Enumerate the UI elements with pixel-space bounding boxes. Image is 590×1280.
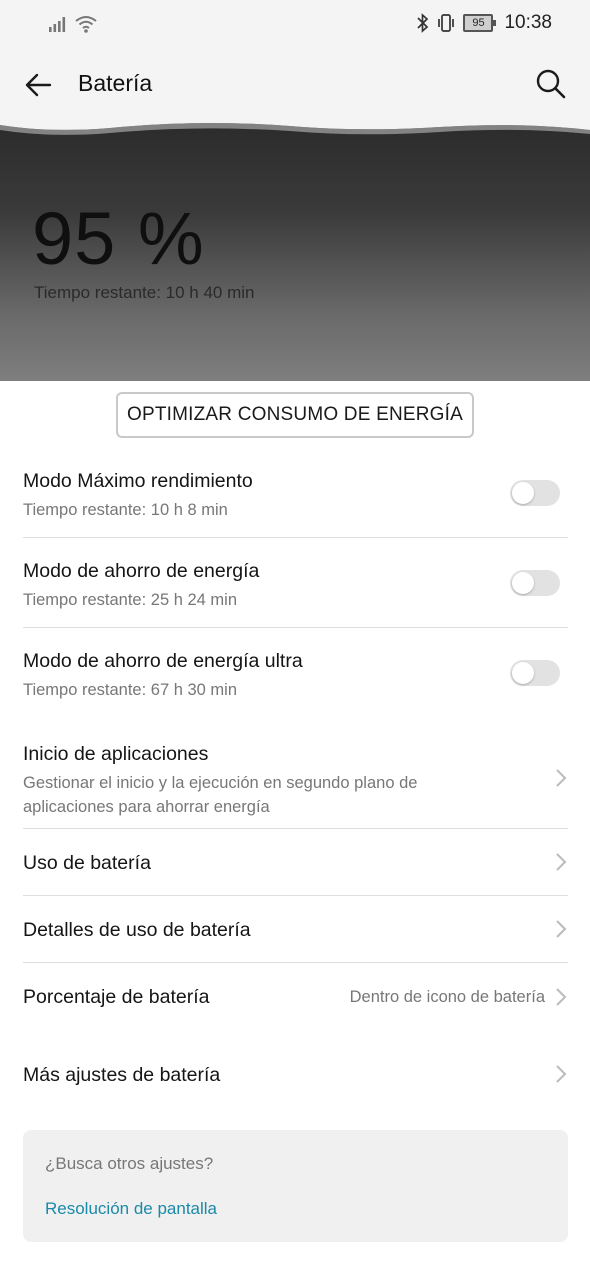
bluetooth-icon <box>417 13 429 33</box>
app-launch-row[interactable]: Inicio de aplicaciones Gestionar el inic… <box>0 733 590 828</box>
battery-icon: 95 <box>463 14 497 32</box>
row-title: Modo de ahorro de energía <box>23 560 260 582</box>
row-title: Modo Máximo rendimiento <box>23 470 253 492</box>
mode-ultra-saving-row[interactable]: Modo de ahorro de energía ultra Tiempo r… <box>0 640 590 718</box>
back-arrow-icon <box>25 73 52 97</box>
power-saving-toggle[interactable] <box>510 570 560 596</box>
back-button[interactable] <box>22 68 56 102</box>
row-subtitle: Gestionar el inicio y la ejecución en se… <box>23 774 418 816</box>
signal-icon <box>49 17 66 32</box>
search-button[interactable] <box>534 67 568 101</box>
battery-percent: 95 % <box>32 197 205 280</box>
chevron-right-icon <box>556 920 567 938</box>
remaining-time: Tiempo restante: 10 h 40 min <box>34 283 255 302</box>
status-time: 10:38 <box>504 12 552 33</box>
optimize-button[interactable]: OPTIMIZAR CONSUMO DE ENERGÍA <box>116 392 474 438</box>
row-title: Modo de ahorro de energía ultra <box>23 650 303 672</box>
chevron-right-icon <box>556 1065 567 1083</box>
status-bar: 95 10:38 <box>0 0 590 50</box>
vibrate-icon <box>438 14 455 32</box>
screen-resolution-link[interactable]: Resolución de pantalla <box>45 1199 217 1219</box>
divider <box>23 895 568 896</box>
row-subtitle: Tiempo restante: 25 h 24 min <box>23 591 238 609</box>
row-title: Porcentaje de batería <box>23 986 210 1008</box>
row-title: Detalles de uso de batería <box>23 919 251 941</box>
chevron-right-icon <box>556 769 567 787</box>
battery-usage-row[interactable]: Uso de batería <box>0 840 590 895</box>
chevron-right-icon <box>556 988 567 1006</box>
mode-power-saving-row[interactable]: Modo de ahorro de energía Tiempo restant… <box>0 550 590 628</box>
toggle-knob <box>512 482 534 504</box>
chevron-right-icon <box>556 853 567 871</box>
search-icon <box>536 69 566 99</box>
status-right: 95 10:38 <box>417 12 552 34</box>
divider <box>23 537 568 538</box>
row-subtitle: Tiempo restante: 10 h 8 min <box>23 501 228 519</box>
battery-hero: 95 % Tiempo restante: 10 h 40 min <box>0 120 590 381</box>
toggle-knob <box>512 662 534 684</box>
suggestion-question: ¿Busca otros ajustes? <box>45 1154 214 1173</box>
app-header: Batería <box>0 50 590 120</box>
divider <box>23 627 568 628</box>
wifi-icon <box>75 16 97 33</box>
battery-percentage-value: Dentro de icono de batería <box>349 988 545 1006</box>
toggle-knob <box>512 572 534 594</box>
row-title: Uso de batería <box>23 852 151 874</box>
ultra-saving-toggle[interactable] <box>510 660 560 686</box>
wave-decoration <box>0 120 590 135</box>
battery-percentage-row[interactable]: Porcentaje de batería Dentro de icono de… <box>0 974 590 1029</box>
divider <box>23 962 568 963</box>
mode-performance-row[interactable]: Modo Máximo rendimiento Tiempo restante:… <box>0 460 590 538</box>
row-subtitle: Tiempo restante: 67 h 30 min <box>23 681 238 699</box>
row-title: Inicio de aplicaciones <box>23 743 209 765</box>
page-title: Batería <box>78 70 153 96</box>
performance-toggle[interactable] <box>510 480 560 506</box>
suggestion-card: ¿Busca otros ajustes? Resolución de pant… <box>23 1130 568 1242</box>
more-battery-settings-row[interactable]: Más ajustes de batería <box>0 1052 590 1107</box>
battery-usage-details-row[interactable]: Detalles de uso de batería <box>0 907 590 962</box>
row-title: Más ajustes de batería <box>23 1064 221 1086</box>
divider <box>23 828 568 829</box>
status-left <box>48 14 98 34</box>
